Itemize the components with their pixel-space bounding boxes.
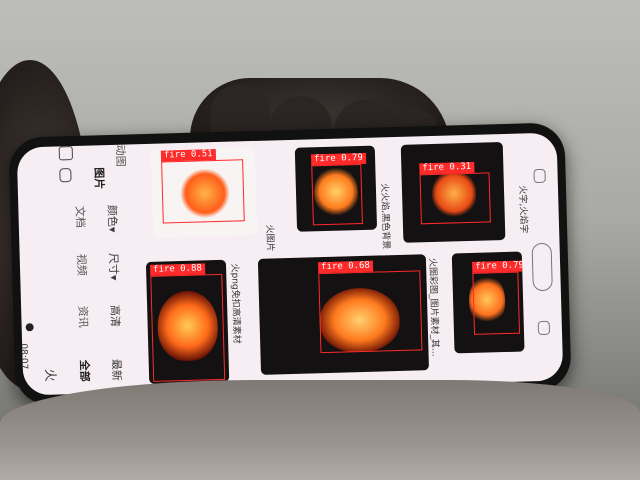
tab-news[interactable]: 资讯 <box>75 306 92 328</box>
result-image[interactable]: fire 0.79 <box>294 145 378 232</box>
detection-box: fire 0.79 <box>310 152 367 226</box>
tab-images[interactable]: 图片 <box>91 167 108 189</box>
hand-bottom <box>0 380 640 480</box>
back-icon[interactable] <box>533 168 546 184</box>
result-image[interactable]: fire 0.31 <box>400 142 506 243</box>
photo-scene: 08:07 火 全部 资讯 视频 文档 图片 动图 最新 高清 尺寸▾ 颜色▾ … <box>0 0 640 480</box>
detection-box: fire 0.79 <box>472 260 525 335</box>
detection-box: fire 0.68 <box>317 260 423 354</box>
detection-label: fire 0.79 <box>472 260 525 273</box>
detection-box: fire 0.31 <box>419 161 491 225</box>
detection-label: fire 0.79 <box>310 152 367 166</box>
tab-document[interactable]: 文档 <box>72 206 89 228</box>
result-caption: 火png免扣高清素材 <box>228 263 242 344</box>
camera-search-icon[interactable] <box>58 146 74 161</box>
result-caption: 火火焰,黑色背景 <box>378 183 391 250</box>
result-image[interactable]: fire 0.68 <box>257 254 430 375</box>
detection-box: fire 0.51 <box>160 149 245 224</box>
result-caption: 火图彩图_图片素材_其... <box>426 257 440 357</box>
filter-color[interactable]: 颜色▾ <box>104 205 121 233</box>
recent-apps-icon[interactable] <box>537 320 551 336</box>
detection-box: fire 0.88 <box>149 263 226 382</box>
result-image[interactable]: fire 0.79 <box>451 251 525 354</box>
tab-video[interactable]: 视频 <box>74 254 91 276</box>
tab-gif[interactable]: 动图 <box>113 144 130 167</box>
microphone-icon[interactable] <box>59 168 72 183</box>
detection-label: fire 0.68 <box>317 260 374 274</box>
status-time: 08:07 <box>18 343 29 370</box>
search-query[interactable]: 火 <box>42 368 61 382</box>
result-caption: 火图片 <box>263 224 275 252</box>
result-caption: 火字,火焰字 <box>516 185 529 234</box>
filter-hd[interactable]: 高清 <box>107 305 124 327</box>
phone: 08:07 火 全部 资讯 视频 文档 图片 动图 最新 高清 尺寸▾ 颜色▾ … <box>8 122 572 406</box>
filter-size[interactable]: 尺寸▾ <box>106 253 123 281</box>
filter-latest[interactable]: 最新 <box>109 359 126 381</box>
tab-all[interactable]: 全部 <box>77 360 94 382</box>
phone-screen: 08:07 火 全部 资讯 视频 文档 图片 动图 最新 高清 尺寸▾ 颜色▾ … <box>16 132 564 396</box>
home-icon[interactable] <box>531 242 553 292</box>
result-image[interactable]: fire 0.51 <box>150 146 258 238</box>
detection-label: fire 0.31 <box>419 161 475 175</box>
camera-hole <box>25 323 34 332</box>
detection-label: fire 0.51 <box>160 149 216 162</box>
detection-label: fire 0.88 <box>149 263 206 276</box>
result-image[interactable]: fire 0.88 <box>145 259 230 384</box>
